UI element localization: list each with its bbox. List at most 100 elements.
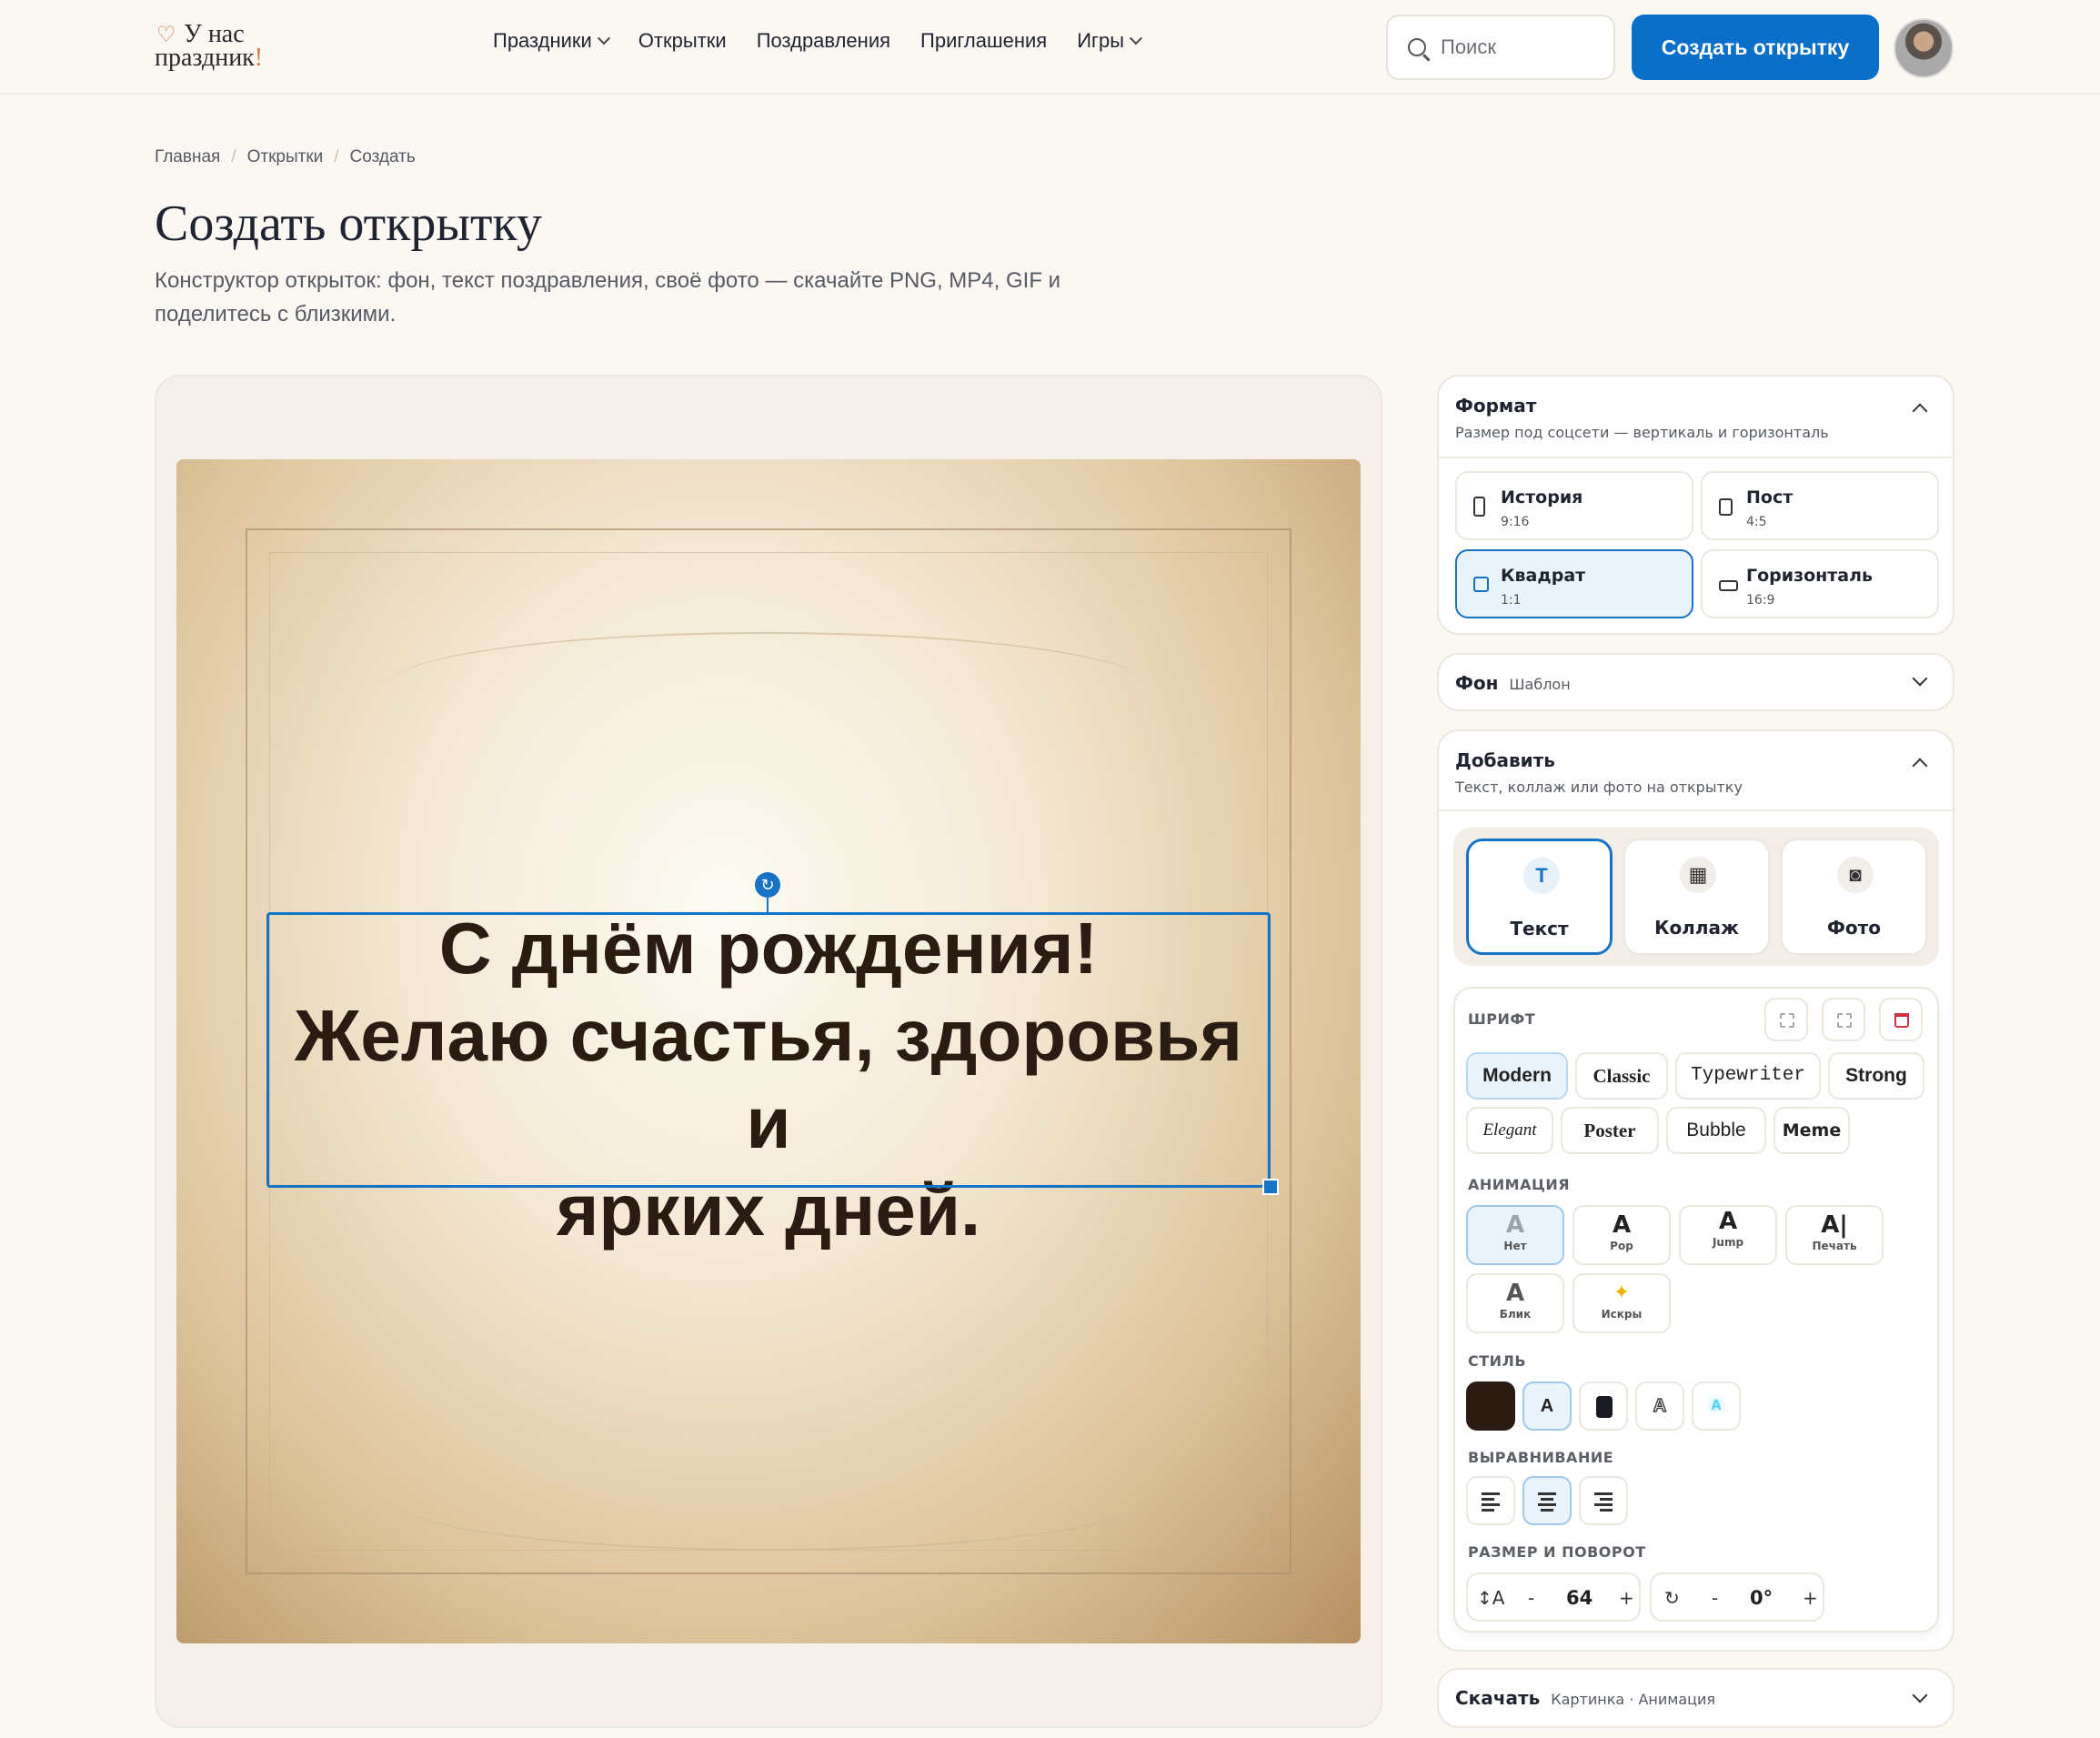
format-option-landscape[interactable]: Горизонталь 16:9 (1701, 549, 1939, 618)
align-left-button[interactable] (1466, 1476, 1515, 1525)
nav-cards[interactable]: Открытки (638, 27, 727, 55)
chevron-up-icon[interactable] (1912, 403, 1928, 419)
font-size-value[interactable]: 64 (1566, 1587, 1593, 1609)
font-modern[interactable]: Modern (1466, 1052, 1568, 1100)
nav-invitations[interactable]: Приглашения (920, 27, 1047, 55)
chevron-down-icon[interactable] (1912, 1687, 1928, 1703)
animation-pop[interactable]: A Pop (1572, 1205, 1671, 1265)
animation-label: Печать (1812, 1240, 1857, 1252)
download-panel[interactable]: Скачать Картинка · Анимация (1437, 1668, 1954, 1728)
rotate-icon: ↻ (1664, 1587, 1680, 1609)
chevron-down-icon[interactable] (1912, 670, 1928, 687)
duplicate-icon (1837, 1013, 1852, 1028)
animation-glint[interactable]: A Блик (1466, 1273, 1564, 1333)
format-option-ratio: 1:1 (1501, 593, 1522, 608)
text-selection-box[interactable] (266, 912, 1271, 1188)
add-collage-button[interactable]: ▦ Коллаж (1623, 839, 1770, 955)
add-header[interactable]: Добавить Текст, коллаж или фото на откры… (1455, 749, 1743, 796)
font-bubble[interactable]: Bubble (1666, 1107, 1766, 1154)
align-left-icon (1482, 1498, 1494, 1501)
delete-button[interactable] (1879, 998, 1923, 1041)
font-strong[interactable]: Strong (1828, 1052, 1924, 1100)
rotation-increase[interactable]: + (1803, 1587, 1818, 1609)
breadcrumb-separator: / (231, 147, 236, 166)
search-input[interactable]: Поиск (1386, 15, 1615, 80)
align-right-icon (1594, 1492, 1613, 1495)
animation-typing[interactable]: A| Печать (1785, 1205, 1884, 1265)
rotation-value[interactable]: 0° (1750, 1587, 1773, 1609)
format-option-label: Горизонталь (1746, 566, 1874, 586)
breadcrumb-cards[interactable]: Открытки (247, 147, 324, 167)
chevron-down-icon (1130, 32, 1143, 45)
nav-greetings[interactable]: Поздравления (757, 27, 890, 55)
format-title: Формат (1455, 395, 1537, 417)
animation-jump[interactable]: A Jump (1679, 1205, 1777, 1265)
align-center-icon (1538, 1492, 1556, 1495)
font-typewriter[interactable]: Typewriter (1675, 1052, 1821, 1100)
download-title: Скачать (1455, 1687, 1541, 1709)
format-option-ratio: 16:9 (1746, 593, 1775, 608)
font-size-increase[interactable]: + (1619, 1587, 1634, 1609)
font-meme[interactable]: Meme (1773, 1107, 1850, 1154)
format-option-square[interactable]: Квадрат 1:1 (1455, 549, 1693, 618)
align-right-icon (1600, 1498, 1613, 1501)
add-button-label: Текст (1510, 918, 1569, 939)
font-section-label: ШРИФТ (1468, 1010, 1536, 1028)
animation-none[interactable]: A Нет (1466, 1205, 1564, 1265)
text-color-swatch[interactable] (1466, 1381, 1515, 1431)
rotate-handle-icon[interactable]: ↻ (755, 872, 780, 898)
add-button-label: Коллаж (1654, 917, 1739, 939)
avatar[interactable] (1894, 18, 1954, 78)
format-option-story[interactable]: История 9:16 (1455, 471, 1693, 540)
align-center-button[interactable] (1522, 1476, 1572, 1525)
layer-forward-icon (1780, 1013, 1794, 1028)
add-photo-button[interactable]: ◙ Фото (1781, 839, 1927, 955)
bring-forward-button[interactable] (1764, 998, 1808, 1041)
style-glow[interactable]: A (1692, 1381, 1741, 1431)
site-logo[interactable]: ♡ У нас праздник! (155, 20, 300, 75)
add-type-selector: T Текст ▦ Коллаж ◙ Фото (1453, 828, 1939, 966)
breadcrumb-home[interactable]: Главная (155, 147, 220, 167)
style-outline[interactable]: A (1635, 1381, 1684, 1431)
nav-games[interactable]: Игры (1077, 27, 1143, 55)
style-background-box[interactable] (1579, 1381, 1628, 1431)
duplicate-button[interactable] (1822, 998, 1865, 1041)
format-option-post[interactable]: Пост 4:5 (1701, 471, 1939, 540)
animation-label: Блик (1499, 1308, 1532, 1321)
font-size-decrease[interactable]: - (1528, 1587, 1534, 1609)
chevron-up-icon[interactable] (1912, 758, 1928, 774)
format-header[interactable]: Формат Размер под соцсети — вертикаль и … (1455, 395, 1829, 441)
font-elegant[interactable]: Elegant (1466, 1107, 1553, 1154)
style-plain[interactable]: A (1522, 1381, 1572, 1431)
format-subtitle: Размер под соцсети — вертикаль и горизон… (1455, 424, 1829, 441)
card-ornament-top (386, 632, 1150, 741)
rotation-decrease[interactable]: - (1712, 1587, 1718, 1609)
animation-pop-icon: A (1612, 1211, 1632, 1239)
add-text-button[interactable]: T Текст (1466, 839, 1613, 955)
square-icon (1473, 577, 1489, 592)
format-option-label: Квадрат (1501, 566, 1586, 586)
filled-box-icon (1596, 1396, 1613, 1418)
font-poster[interactable]: Poster (1561, 1107, 1659, 1154)
animation-label: Pop (1610, 1240, 1633, 1252)
breadcrumb-current: Создать (349, 147, 416, 166)
alignment-section-label: ВЫРАВНИВАНИЕ (1468, 1449, 1614, 1466)
align-left-icon (1482, 1509, 1494, 1512)
resize-handle[interactable] (1262, 1179, 1279, 1195)
main-nav: Праздники Открытки Поздравления Приглаше… (493, 27, 1143, 55)
rotate-handle-stem (767, 898, 769, 912)
create-card-button[interactable]: Создать открытку (1632, 15, 1879, 80)
nav-holidays[interactable]: Праздники (493, 27, 610, 55)
font-classic[interactable]: Classic (1575, 1052, 1668, 1100)
format-option-ratio: 4:5 (1746, 515, 1767, 529)
size-rotation-controls: ↕A - 64 + ↻ - 0° + (1466, 1572, 1848, 1623)
align-right-button[interactable] (1579, 1476, 1628, 1525)
divider (1439, 809, 1953, 811)
add-title: Добавить (1455, 749, 1555, 771)
animation-sparkles[interactable]: ✦ Искры (1572, 1273, 1671, 1333)
background-panel[interactable]: Фон Шаблон (1437, 653, 1954, 711)
portrait-icon (1719, 498, 1733, 516)
divider (1439, 457, 1953, 458)
chevron-down-icon (597, 32, 610, 45)
background-header: Фон Шаблон (1455, 672, 1571, 694)
